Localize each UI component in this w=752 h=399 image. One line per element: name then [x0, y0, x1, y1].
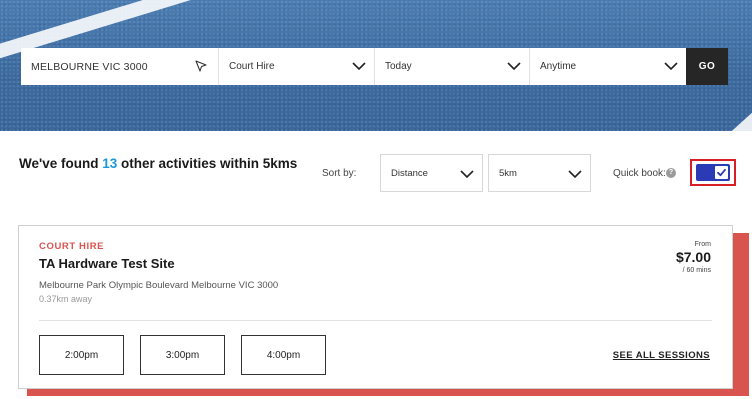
- venue-distance: 0.37km away: [39, 294, 93, 304]
- results-prefix: We've found: [19, 156, 103, 171]
- price-duration: / 60 mins: [682, 267, 711, 274]
- sort-by-label: Sort by:: [322, 168, 357, 179]
- session-button[interactable]: 2:00pm: [39, 335, 124, 375]
- chevron-down-icon: [568, 170, 582, 179]
- price-value: $7.00: [675, 249, 711, 265]
- location-arrow-icon[interactable]: [194, 59, 208, 73]
- chevron-down-icon: [460, 170, 474, 179]
- activity-value: Court Hire: [229, 61, 275, 72]
- see-all-sessions-link[interactable]: SEE ALL SESSIONS: [613, 350, 710, 361]
- checkmark-icon: [717, 168, 726, 177]
- price-from-label: From: [694, 241, 711, 248]
- help-icon[interactable]: ?: [666, 168, 676, 178]
- venue-address: Melbourne Park Olympic Boulevard Melbour…: [39, 280, 279, 291]
- card-divider: [39, 320, 712, 321]
- results-heading: We've found 13 other activities within 5…: [19, 156, 297, 171]
- hero-banner: MELBOURNE VIC 3000 Court Hire Today Anyt…: [0, 0, 752, 131]
- time-select[interactable]: Anytime: [530, 48, 686, 85]
- date-select[interactable]: Today: [375, 48, 530, 85]
- quick-book-toggle[interactable]: [696, 164, 730, 181]
- date-value: Today: [385, 61, 412, 72]
- radius-select[interactable]: 5km: [488, 154, 591, 192]
- time-value: Anytime: [540, 61, 577, 72]
- sort-select[interactable]: Distance: [380, 154, 483, 192]
- quick-book-label: Quick book:: [613, 168, 666, 179]
- activity-card[interactable]: COURT HIRE TA Hardware Test Site Melbour…: [18, 225, 733, 389]
- venue-name[interactable]: TA Hardware Test Site: [39, 256, 175, 271]
- results-suffix: other activities within 5kms: [117, 156, 298, 171]
- radius-value: 5km: [499, 167, 517, 179]
- chevron-down-icon: [664, 62, 678, 71]
- checkbox: [715, 166, 728, 179]
- session-button[interactable]: 3:00pm: [140, 335, 225, 375]
- location-field[interactable]: MELBOURNE VIC 3000: [21, 48, 219, 85]
- activity-select[interactable]: Court Hire: [219, 48, 375, 85]
- sort-value: Distance: [391, 167, 428, 179]
- location-value: MELBOURNE VIC 3000: [31, 60, 148, 73]
- chevron-down-icon: [507, 62, 521, 71]
- session-button[interactable]: 4:00pm: [241, 335, 326, 375]
- go-button[interactable]: GO: [686, 48, 728, 85]
- search-bar: MELBOURNE VIC 3000 Court Hire Today Anyt…: [21, 48, 728, 85]
- chevron-down-icon: [352, 62, 366, 71]
- results-count: 13: [102, 156, 118, 171]
- card-category: COURT HIRE: [39, 241, 105, 252]
